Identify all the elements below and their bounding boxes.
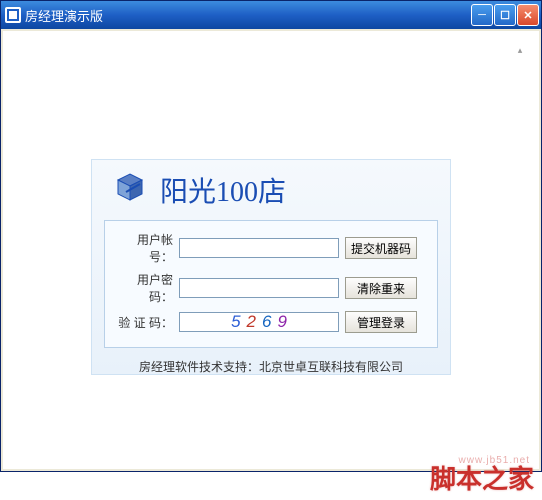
window-controls: ─ ☐ ✕ bbox=[471, 4, 539, 26]
login-form: 用户帐号： 提交机器码 用户密码： 清除重来 验 证 码： 5 2 bbox=[104, 220, 438, 348]
maximize-button[interactable]: ☐ bbox=[494, 4, 516, 26]
captcha-label: 验 证 码： bbox=[117, 314, 173, 331]
logo-icon bbox=[112, 172, 148, 208]
client-area: ▴ 阳光100店 用户帐号： bbox=[1, 29, 541, 471]
window-title: 房经理演示版 bbox=[25, 6, 471, 25]
username-input[interactable] bbox=[179, 238, 339, 258]
captcha-digit-4: 9 bbox=[277, 312, 286, 332]
titlebar[interactable]: 房经理演示版 ─ ☐ ✕ bbox=[1, 1, 541, 29]
login-panel: 阳光100店 用户帐号： 提交机器码 用户密码： 清除重来 验 证 码： bbox=[91, 159, 451, 375]
captcha-digit-3: 6 bbox=[262, 312, 271, 332]
clear-reset-button[interactable]: 清除重来 bbox=[345, 277, 417, 299]
support-text: 房经理软件技术支持：北京世卓互联科技有限公司 bbox=[104, 358, 438, 375]
password-row: 用户密码： 清除重来 bbox=[117, 271, 429, 305]
captcha-row: 验 证 码： 5 2 6 9 管理登录 bbox=[117, 311, 429, 333]
app-icon bbox=[5, 7, 21, 23]
admin-login-button[interactable]: 管理登录 bbox=[345, 311, 417, 333]
main-window: 房经理演示版 ─ ☐ ✕ ▴ 阳光100店 bbox=[0, 0, 542, 472]
captcha-digit-1: 5 bbox=[231, 312, 240, 332]
content-frame: ▴ 阳光100店 用户帐号： bbox=[15, 43, 527, 469]
shop-title: 阳光100店 bbox=[160, 170, 286, 210]
captcha-image[interactable]: 5 2 6 9 bbox=[179, 312, 339, 332]
panel-header: 阳光100店 bbox=[112, 170, 438, 210]
minimize-button[interactable]: ─ bbox=[471, 4, 493, 26]
watermark-text: 脚本之家 bbox=[430, 459, 534, 496]
scroll-up-icon: ▴ bbox=[513, 43, 527, 57]
password-label: 用户密码： bbox=[117, 271, 173, 305]
submit-machine-button[interactable]: 提交机器码 bbox=[345, 237, 417, 259]
close-button[interactable]: ✕ bbox=[517, 4, 539, 26]
password-input[interactable] bbox=[179, 278, 339, 298]
username-row: 用户帐号： 提交机器码 bbox=[117, 231, 429, 265]
username-label: 用户帐号： bbox=[117, 231, 173, 265]
captcha-digit-2: 2 bbox=[247, 312, 256, 332]
